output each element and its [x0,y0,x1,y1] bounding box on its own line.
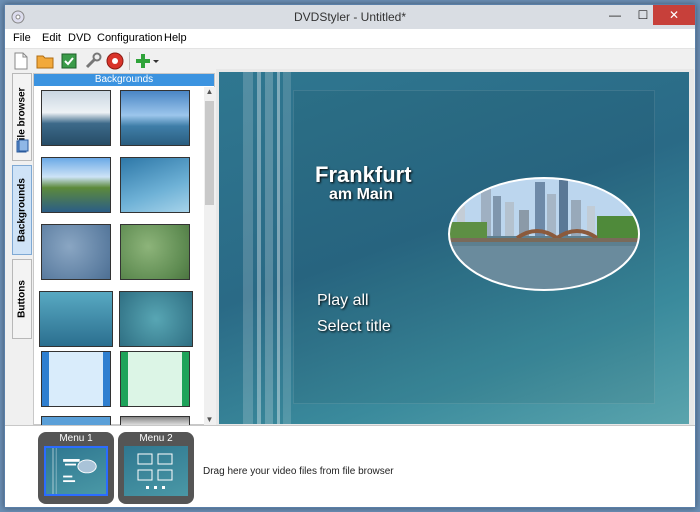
play-all-button[interactable]: Play all [317,292,369,310]
panel-header: Backgrounds [34,74,214,86]
background-thumbnail[interactable] [41,157,111,213]
background-thumbnail[interactable] [41,224,111,280]
minimize-button[interactable]: — [601,5,629,25]
window-title: DVDStyler - Untitled* [293,10,407,24]
save-burn-icon[interactable] [59,51,79,71]
background-thumbnail[interactable] [39,291,113,347]
decorative-stripe [265,72,273,424]
background-thumbnail[interactable] [120,157,190,213]
frankfurt-skyline-image[interactable] [447,176,641,292]
background-thumbnail[interactable] [41,90,111,146]
decorative-stripe [257,72,261,424]
scroll-up-icon[interactable]: ▲ [204,87,215,97]
menu-2-thumbnail[interactable]: Menu 2 [118,432,194,504]
menu-1-preview-art [52,448,97,494]
titleset-manager: Menu 1 Menu 2 Drag here your video files… [5,425,695,507]
menu-dvd[interactable]: DVD [68,32,91,44]
menu-1-thumbnail[interactable]: Menu 1 [38,432,114,504]
scroll-down-icon[interactable]: ▼ [204,415,215,425]
select-title-button[interactable]: Select title [317,318,391,336]
open-folder-icon[interactable] [35,51,55,71]
menu-2-preview [124,446,188,496]
sidebar-tabs: File browser Backgrounds Buttons [12,73,32,425]
tab-backgrounds[interactable]: Backgrounds [12,165,32,255]
menu-2-preview-art [137,453,173,489]
menu-configuration[interactable]: Configuration [97,32,162,44]
panel-scrollbar[interactable]: ▲ ▼ [204,87,215,425]
background-thumbnail[interactable] [120,416,190,425]
menu-editor-area: Frankfurt am Main Play all Select title [216,69,694,425]
settings-wrench-icon[interactable] [83,51,103,71]
menu-edit[interactable]: Edit [42,32,61,44]
background-thumbnail[interactable] [41,416,111,425]
menu-1-label: Menu 1 [59,433,93,444]
burn-disc-icon[interactable] [105,51,125,71]
menu-file[interactable]: File [13,32,31,44]
menu-bar: File Edit DVD Configuration Help [5,29,695,49]
toolbar-separator [129,52,130,70]
background-thumbnail[interactable] [120,90,190,146]
tab-buttons[interactable]: Buttons [12,259,32,339]
title-bar: DVDStyler - Untitled* — ☐ ✕ [5,5,695,29]
decorative-stripe [277,72,280,424]
background-thumbnail[interactable] [120,224,190,280]
app-window: DVDStyler - Untitled* — ☐ ✕ File Edit DV… [4,4,696,508]
menu-title-line2[interactable]: am Main [329,186,393,204]
decorative-stripe [243,72,253,424]
menu-1-preview [44,446,108,496]
tab-file-browser-label: File browser [16,87,28,147]
background-thumbnail[interactable] [120,351,190,407]
dropdown-arrow-icon[interactable] [151,51,161,71]
backgrounds-panel: Backgrounds ▲ ▼ [33,73,215,425]
background-thumbnail[interactable] [41,351,111,407]
scroll-thumb[interactable] [205,101,214,205]
tab-buttons-label: Buttons [16,280,28,318]
tab-backgrounds-label: Backgrounds [16,178,28,242]
add-plus-icon[interactable] [133,51,153,71]
drop-hint-text: Drag here your video files from file bro… [203,466,394,477]
menu-2-label: Menu 2 [139,433,173,444]
decorative-stripe [283,72,291,424]
close-button[interactable]: ✕ [653,5,695,25]
menu-help[interactable]: Help [164,32,187,44]
new-file-icon[interactable] [11,51,31,71]
menu-canvas[interactable]: Frankfurt am Main Play all Select title [219,72,689,424]
menu-title-line1[interactable]: Frankfurt [315,162,412,188]
file-browser-icon [16,139,29,153]
background-thumbnail[interactable] [119,291,193,347]
